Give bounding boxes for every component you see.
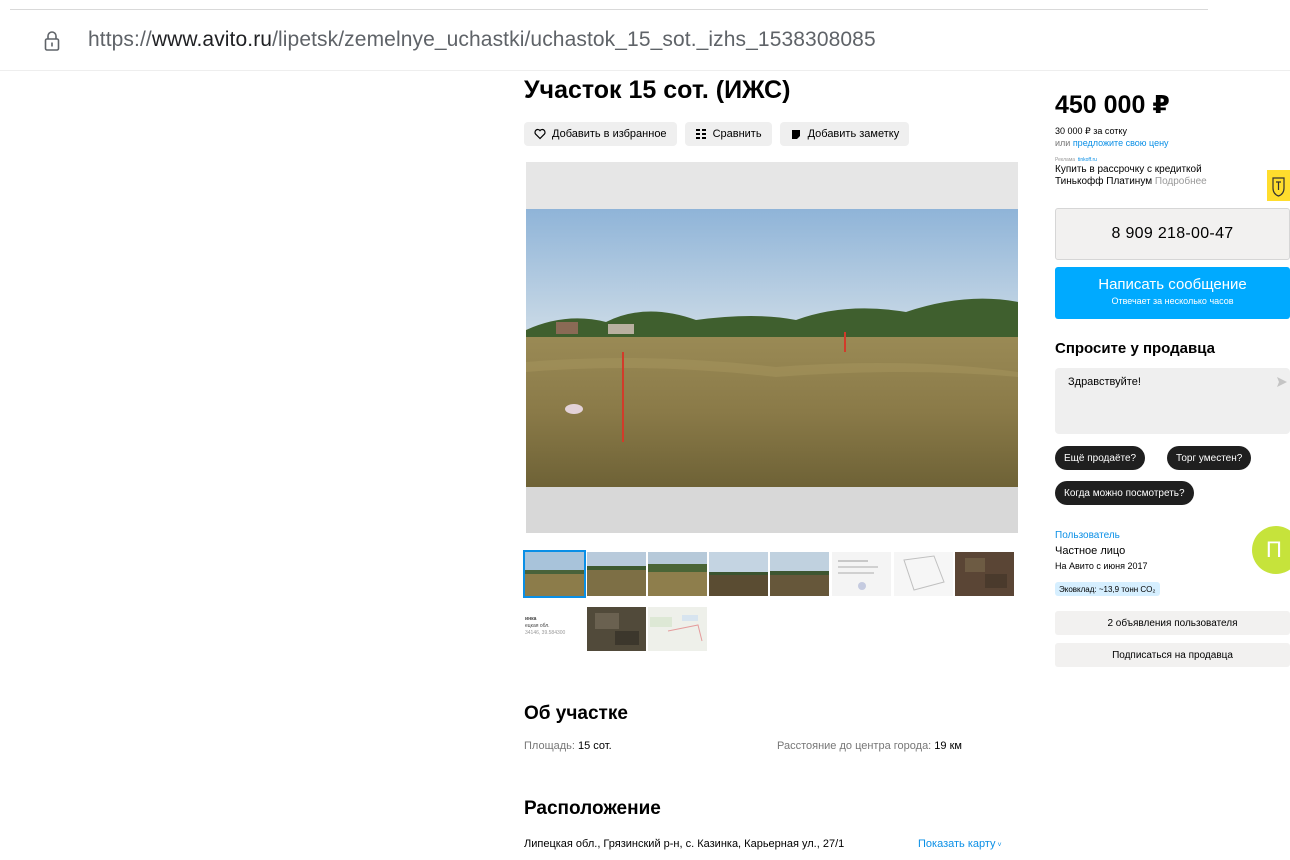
distance-label: Расстояние до центра города: — [777, 740, 935, 752]
seller-since: На Авито с июня 2017 — [1055, 561, 1148, 571]
tinkoff-logo-icon[interactable] — [1267, 170, 1290, 201]
thumb-text-line: 34146, 39.584300 — [525, 630, 566, 636]
main-photo[interactable] — [526, 162, 1018, 533]
ask-seller-heading: Спросите у продавца — [1055, 340, 1215, 357]
add-to-favorites-label: Добавить в избранное — [552, 128, 667, 140]
area-property: Площадь: 15 сот. — [524, 740, 612, 752]
response-time-label: Отвечает за несколько часов — [1111, 296, 1234, 306]
thumbnail-3[interactable] — [648, 552, 707, 596]
url-scheme: https:// — [88, 28, 152, 51]
seller-type: Частное лицо — [1055, 545, 1126, 557]
add-to-favorites-button[interactable]: Добавить в избранное — [524, 122, 677, 146]
thumbnail-10[interactable] — [587, 607, 646, 651]
url-path: /lipetsk/zemelnye_uchastki/uchastok_15_s… — [272, 28, 876, 51]
offer-prefix: или — [1055, 138, 1073, 148]
area-label: Площадь: — [524, 740, 578, 752]
note-icon — [791, 130, 800, 139]
address-bar[interactable]: https://www.avito.ru/lipetsk/zemelnye_uc… — [0, 22, 1290, 62]
thumb-text-line: инка — [525, 616, 537, 622]
url-host: www.avito.ru — [151, 28, 273, 51]
thumbnail-1[interactable] — [523, 550, 586, 598]
offer-price: или предложите свою цену — [1055, 138, 1169, 148]
quick-question-chip[interactable]: Ещё продаёте? — [1055, 446, 1146, 470]
thumbnail-2[interactable] — [587, 552, 646, 596]
ad-label: Реклама tinkoff.ru — [1055, 157, 1097, 163]
thumbnail-11[interactable] — [648, 607, 707, 651]
area-value: 15 сот. — [578, 740, 612, 752]
seller-avatar[interactable]: П — [1252, 526, 1290, 574]
url-text[interactable]: https://www.avito.ru/lipetsk/zemelnye_uc… — [88, 28, 876, 52]
compare-label: Сравнить — [712, 128, 762, 140]
add-note-button[interactable]: Добавить заметку — [779, 122, 910, 146]
thumbnail-8[interactable] — [955, 552, 1014, 596]
write-message-button[interactable]: Написать сообщение Отвечает за несколько… — [1055, 267, 1290, 319]
thumbnail-4[interactable] — [709, 552, 768, 596]
listing-actions: Добавить в избранное Сравнить Добавить з… — [524, 122, 910, 146]
address-bar-divider — [0, 70, 1290, 71]
heart-icon — [534, 128, 546, 140]
offer-price-link[interactable]: предложите свою цену — [1073, 138, 1169, 148]
write-message-label: Написать сообщение — [1098, 276, 1247, 293]
thumbnail-7[interactable] — [894, 552, 953, 596]
thumbnail-6[interactable] — [832, 552, 891, 596]
send-icon[interactable] — [1276, 375, 1288, 387]
price: 450 000 ₽ — [1055, 91, 1170, 119]
eco-contribution-badge[interactable]: Эковклад: ~13,9 тонн CO₂ — [1055, 582, 1160, 596]
seller-listings-button[interactable]: 2 объявления пользователя — [1055, 611, 1290, 635]
thumbnail-9[interactable]: инка ецкая обл. 34146, 39.584300 — [525, 607, 584, 651]
compare-icon — [695, 129, 706, 139]
lock-icon[interactable] — [43, 30, 61, 52]
ask-input-text: Здравствуйте! — [1068, 376, 1141, 388]
show-map-label: Показать карту — [918, 838, 996, 850]
ad-banner[interactable]: Купить в рассрочку с кредиткой Тинькофф … — [1055, 164, 1235, 188]
address-text: Липецкая обл., Грязинский р-н, с. Казинк… — [524, 838, 845, 850]
show-map-link[interactable]: Показать карту ˅ — [918, 838, 1002, 850]
location-heading: Расположение — [524, 798, 661, 819]
ad-source-link[interactable]: tinkoff.ru — [1078, 157, 1097, 163]
price-per-sotka: 30 000 ₽ за сотку — [1055, 126, 1127, 136]
thumb-text-line: ецкая обл. — [525, 623, 550, 629]
ad-more-link[interactable]: Подробнее — [1155, 176, 1207, 187]
add-note-label: Добавить заметку — [807, 128, 900, 140]
ad-label-text: Реклама — [1055, 157, 1076, 163]
quick-question-chip[interactable]: Когда можно посмотреть? — [1055, 481, 1194, 505]
compare-button[interactable]: Сравнить — [684, 122, 772, 146]
seller-name-link[interactable]: Пользователь — [1055, 530, 1120, 541]
ask-seller-input[interactable]: Здравствуйте! — [1055, 368, 1290, 434]
window-top-border — [10, 9, 1208, 10]
quick-question-chip[interactable]: Торг уместен? — [1167, 446, 1252, 470]
chevron-down-icon: ˅ — [995, 842, 1002, 849]
subscribe-seller-button[interactable]: Подписаться на продавца — [1055, 643, 1290, 667]
show-phone-button[interactable]: 8 909 218-00-47 — [1055, 208, 1290, 260]
listing-title: Участок 15 сот. (ИЖС) — [524, 76, 791, 104]
thumbnail-5[interactable] — [770, 552, 829, 596]
distance-value: 19 км — [934, 740, 962, 752]
distance-property: Расстояние до центра города: 19 км — [777, 740, 962, 752]
field-photo-image — [526, 162, 1018, 533]
about-heading: Об участке — [524, 703, 628, 724]
